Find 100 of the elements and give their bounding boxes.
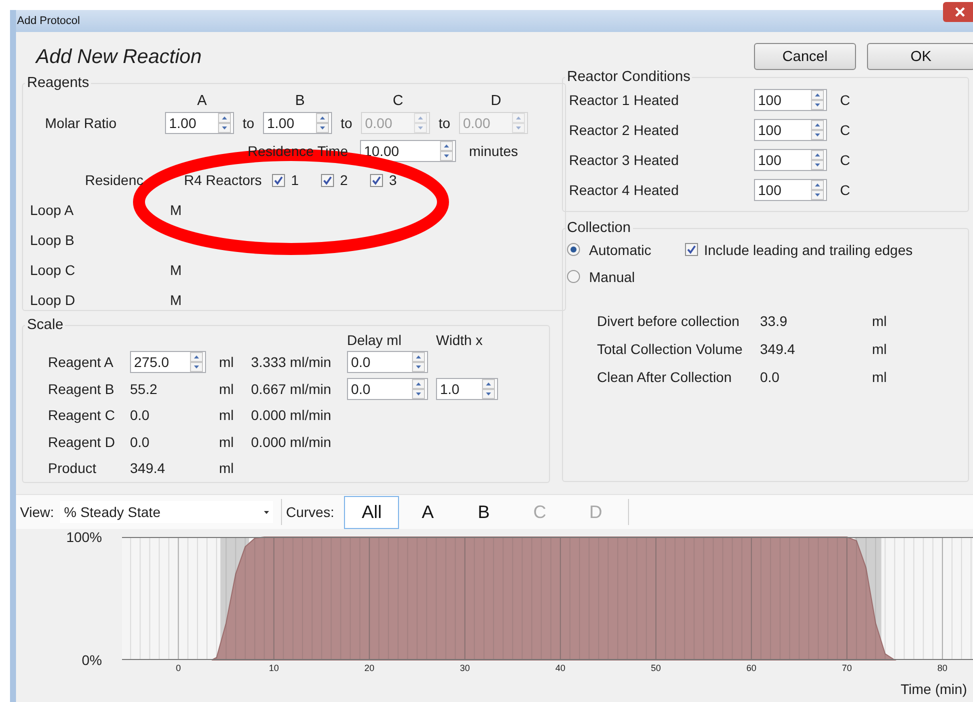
- caret-icon: [264, 510, 269, 514]
- close-icon[interactable]: [943, 2, 973, 22]
- stat-label: Total Collection Volume: [597, 341, 744, 357]
- spin-arrows-icon: [512, 113, 525, 133]
- spin-box[interactable]: 100: [754, 89, 827, 111]
- spin-box[interactable]: 1.00: [263, 112, 332, 134]
- stat-value: 0.0: [760, 369, 780, 385]
- unit-label: C: [840, 122, 850, 138]
- stat-value: 33.9: [760, 313, 788, 329]
- unit-label: ml: [219, 460, 235, 476]
- radio-label[interactable]: Automatic: [589, 242, 685, 258]
- flow-rate: 0.667 ml/min: [251, 380, 332, 397]
- group-label: Reagents: [26, 75, 90, 91]
- loop-label: Loop B: [30, 232, 76, 248]
- reagent-label: Reagent B: [48, 380, 116, 397]
- column-label: A: [196, 93, 208, 109]
- field-label: Reactor 4 Heated: [569, 182, 680, 198]
- loop-value: M: [170, 292, 182, 308]
- spin-arrows-icon: [190, 352, 203, 372]
- spin-arrows-icon: [218, 113, 231, 133]
- unit-label: ml: [219, 354, 235, 370]
- flow-rate: 3.333 ml/min: [251, 354, 332, 370]
- loop-label: Loop D: [30, 292, 76, 308]
- toolbar-label: Curves:: [286, 504, 334, 520]
- unit-label: ml: [872, 369, 887, 385]
- spin-arrows-icon: [414, 113, 427, 133]
- amount-value: 349.4: [130, 460, 166, 476]
- spin-box[interactable]: 10.00: [360, 140, 456, 162]
- unit-label: ml: [219, 407, 235, 424]
- spin-box[interactable]: 0.0: [347, 351, 428, 374]
- field-label: Reactor 1 Heated: [569, 92, 680, 108]
- reagent-label: Reagent C: [48, 407, 116, 424]
- checkbox[interactable]: [685, 243, 698, 256]
- radio-button[interactable]: [567, 270, 580, 283]
- radio-label[interactable]: Manual: [589, 268, 685, 284]
- unit-label: minutes: [469, 143, 518, 159]
- flow-rate: 0.000 ml/min: [251, 434, 332, 450]
- reagent-label: Reagent D: [48, 434, 116, 450]
- window-title: Add Protocol: [17, 15, 80, 27]
- checkbox-label[interactable]: 2: [340, 172, 348, 188]
- separator-text: to: [340, 115, 354, 131]
- column-header: Delay ml: [347, 332, 402, 348]
- checkbox-label[interactable]: Include leading and trailing edges: [704, 242, 913, 258]
- checkbox[interactable]: [370, 174, 383, 186]
- spin-arrows-icon: [412, 378, 425, 399]
- spin-arrows-icon: [811, 180, 824, 200]
- amount-value: 55.2: [130, 380, 158, 397]
- spin-arrows-icon: [811, 120, 824, 140]
- group-label: Scale: [26, 317, 64, 333]
- dialog-button[interactable]: OK: [867, 43, 973, 70]
- radio-button[interactable]: [567, 243, 580, 256]
- unit-label: ml: [219, 380, 235, 397]
- loop-value: M: [170, 202, 182, 218]
- spin-arrows-icon: [412, 352, 425, 372]
- column-label: B: [294, 93, 306, 109]
- curve-tab[interactable]: B: [456, 496, 512, 528]
- spin-arrows-icon: [811, 150, 824, 170]
- unit-label: C: [840, 152, 850, 168]
- column-label: D: [490, 93, 502, 109]
- checkbox-label[interactable]: 1: [291, 172, 299, 188]
- tick-label: 30: [460, 663, 470, 673]
- dialog-button[interactable]: Cancel: [754, 43, 856, 70]
- separator-text: to: [242, 115, 256, 131]
- stat-label: Divert before collection: [597, 313, 740, 329]
- unit-label: C: [840, 182, 850, 198]
- spin-box[interactable]: 1.00: [165, 112, 234, 134]
- group-label: Reactor Conditions: [566, 69, 692, 85]
- spin-arrows-icon: [811, 90, 824, 110]
- column-label: C: [392, 93, 404, 109]
- unit-label: C: [840, 92, 850, 108]
- field-label: R4 Reactors: [184, 172, 263, 188]
- toolbar-label: View:: [20, 504, 54, 520]
- spin-box[interactable]: 100: [754, 119, 827, 141]
- tick-label: 50: [650, 663, 661, 673]
- amount-value: 0.0: [130, 407, 150, 424]
- dialog-heading: Add New Reaction: [36, 45, 203, 70]
- curve-tab[interactable]: All: [344, 496, 400, 528]
- tick-label: 100%: [66, 529, 102, 545]
- loop-label: Loop C: [30, 262, 76, 278]
- tick-label: 80: [937, 663, 948, 673]
- tick-label: 40: [555, 663, 566, 673]
- spin-arrows-icon: [440, 141, 453, 161]
- spin-arrows-icon: [482, 378, 495, 399]
- spin-box[interactable]: 0.0: [347, 378, 428, 400]
- reagent-label: Reagent A: [48, 354, 114, 370]
- checkbox[interactable]: [321, 174, 334, 186]
- spin-box[interactable]: 1.0: [436, 378, 498, 400]
- unit-label: ml: [219, 434, 235, 450]
- spin-box[interactable]: 100: [754, 179, 827, 201]
- view-dropdown[interactable]: % Steady State: [60, 501, 273, 523]
- spin-box[interactable]: 100: [754, 149, 827, 171]
- stat-value: 349.4: [760, 341, 796, 357]
- tick-label: 70: [842, 663, 852, 673]
- field-label: Molar Ratio: [44, 115, 118, 131]
- axis-title: Time (min): [900, 681, 967, 697]
- spin-box[interactable]: 275.0: [130, 351, 206, 374]
- checkbox-label[interactable]: 3: [389, 172, 397, 188]
- curve-tab[interactable]: A: [400, 496, 456, 528]
- unit-label: ml: [872, 313, 887, 329]
- checkbox[interactable]: [272, 174, 285, 186]
